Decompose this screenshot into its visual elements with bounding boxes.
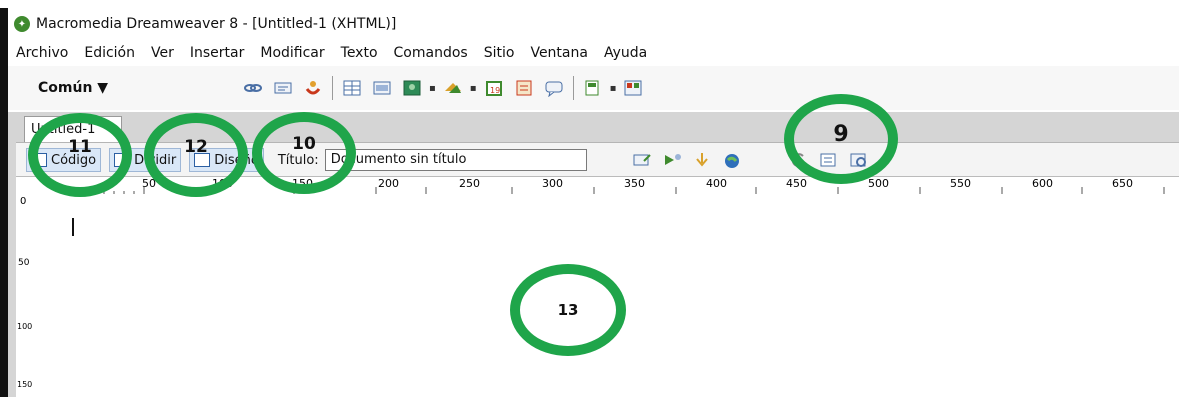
templates-dropdown-chevron-icon[interactable]: ▪	[610, 83, 617, 94]
vruler-label-0: 0	[20, 196, 27, 207]
templates-icon[interactable]	[583, 79, 603, 97]
ruler-label-600: 600	[1032, 177, 1053, 190]
ruler-label-450: 450	[786, 177, 807, 190]
media-icon[interactable]	[443, 79, 463, 97]
annotation-circle-11: 11	[28, 113, 132, 197]
hyperlink-icon[interactable]	[243, 79, 263, 97]
annotation-circle-13: 13	[510, 264, 626, 356]
menu-comandos[interactable]: Comandos	[386, 45, 476, 61]
menu-texto[interactable]: Texto	[333, 45, 386, 61]
menu-ventana[interactable]: Ventana	[522, 45, 596, 61]
table-icon[interactable]	[342, 79, 362, 97]
annotation-label-11: 11	[68, 137, 92, 157]
annotation-circle-9: 9	[784, 94, 898, 184]
ruler-label-250: 250	[459, 177, 480, 190]
chevron-down-icon: ▼	[97, 80, 109, 96]
ruler-label-400: 400	[706, 177, 727, 190]
menu-ayuda[interactable]: Ayuda	[596, 45, 655, 61]
menu-edicion[interactable]: Edición	[76, 45, 143, 61]
annotation-label-13: 13	[557, 301, 579, 319]
ruler-label-550: 550	[950, 177, 971, 190]
vruler-label-150: 150	[17, 380, 33, 389]
tag-chooser-icon[interactable]	[623, 79, 643, 97]
image-dropdown-chevron-icon[interactable]: ▪	[429, 83, 436, 94]
layer-icon[interactable]	[372, 79, 392, 97]
server-include-icon[interactable]	[514, 79, 534, 97]
annotation-circle-10: 10	[252, 112, 356, 194]
title-bar: ✦ Macromedia Dreamweaver 8 - [Untitled-1…	[8, 8, 1179, 40]
image-icon[interactable]	[402, 79, 422, 97]
ruler-label-650: 650	[1112, 177, 1133, 190]
menu-sitio[interactable]: Sitio	[476, 45, 523, 61]
annotation-label-12: 12	[184, 137, 208, 157]
email-link-icon[interactable]	[273, 79, 293, 97]
dreamweaver-window: ✦ Macromedia Dreamweaver 8 - [Untitled-1…	[0, 0, 1179, 397]
date-icon[interactable]: 19	[484, 79, 504, 97]
text-caret	[72, 218, 74, 236]
comment-icon[interactable]	[544, 79, 564, 97]
menu-ver[interactable]: Ver	[143, 45, 182, 61]
vruler-label-50: 50	[18, 258, 30, 268]
annotation-circle-12: 12	[144, 113, 248, 197]
dreamweaver-logo-icon: ✦	[14, 16, 30, 32]
annotation-label-9: 9	[833, 122, 849, 147]
document-title-input[interactable]: Documento sin título	[324, 149, 587, 171]
svg-text:19: 19	[490, 86, 500, 95]
preview-browser-icon[interactable]	[662, 151, 682, 169]
debug-icon[interactable]	[692, 151, 712, 169]
menu-insertar[interactable]: Insertar	[182, 45, 253, 61]
ruler-label-500: 500	[868, 177, 889, 190]
toolbar-separator	[572, 76, 574, 100]
named-anchor-icon[interactable]	[303, 79, 323, 97]
window-left-border	[0, 8, 8, 397]
ruler-label-350: 350	[624, 177, 645, 190]
check-browser-icon[interactable]	[722, 151, 742, 169]
toolbar-separator	[332, 76, 333, 100]
vertical-ruler: 0 50 100 150	[16, 194, 39, 397]
menu-archivo[interactable]: Archivo	[8, 45, 76, 61]
insert-bar: Común ▼ ▪ ▪ 19 ▪	[8, 66, 1179, 110]
vruler-label-100: 100	[17, 322, 33, 331]
menu-bar: Archivo Edición Ver Insertar Modificar T…	[8, 40, 1179, 66]
ruler-label-300: 300	[542, 177, 563, 190]
file-management-icon[interactable]	[632, 151, 652, 169]
menu-modificar[interactable]: Modificar	[252, 45, 332, 61]
insert-category-select[interactable]: Común ▼	[38, 80, 238, 96]
annotation-label-10: 10	[292, 134, 316, 154]
ruler-label-200: 200	[378, 177, 399, 190]
insert-category-label: Común	[38, 80, 93, 96]
media-dropdown-chevron-icon[interactable]: ▪	[470, 83, 477, 94]
window-title: Macromedia Dreamweaver 8 - [Untitled-1 (…	[36, 16, 397, 32]
